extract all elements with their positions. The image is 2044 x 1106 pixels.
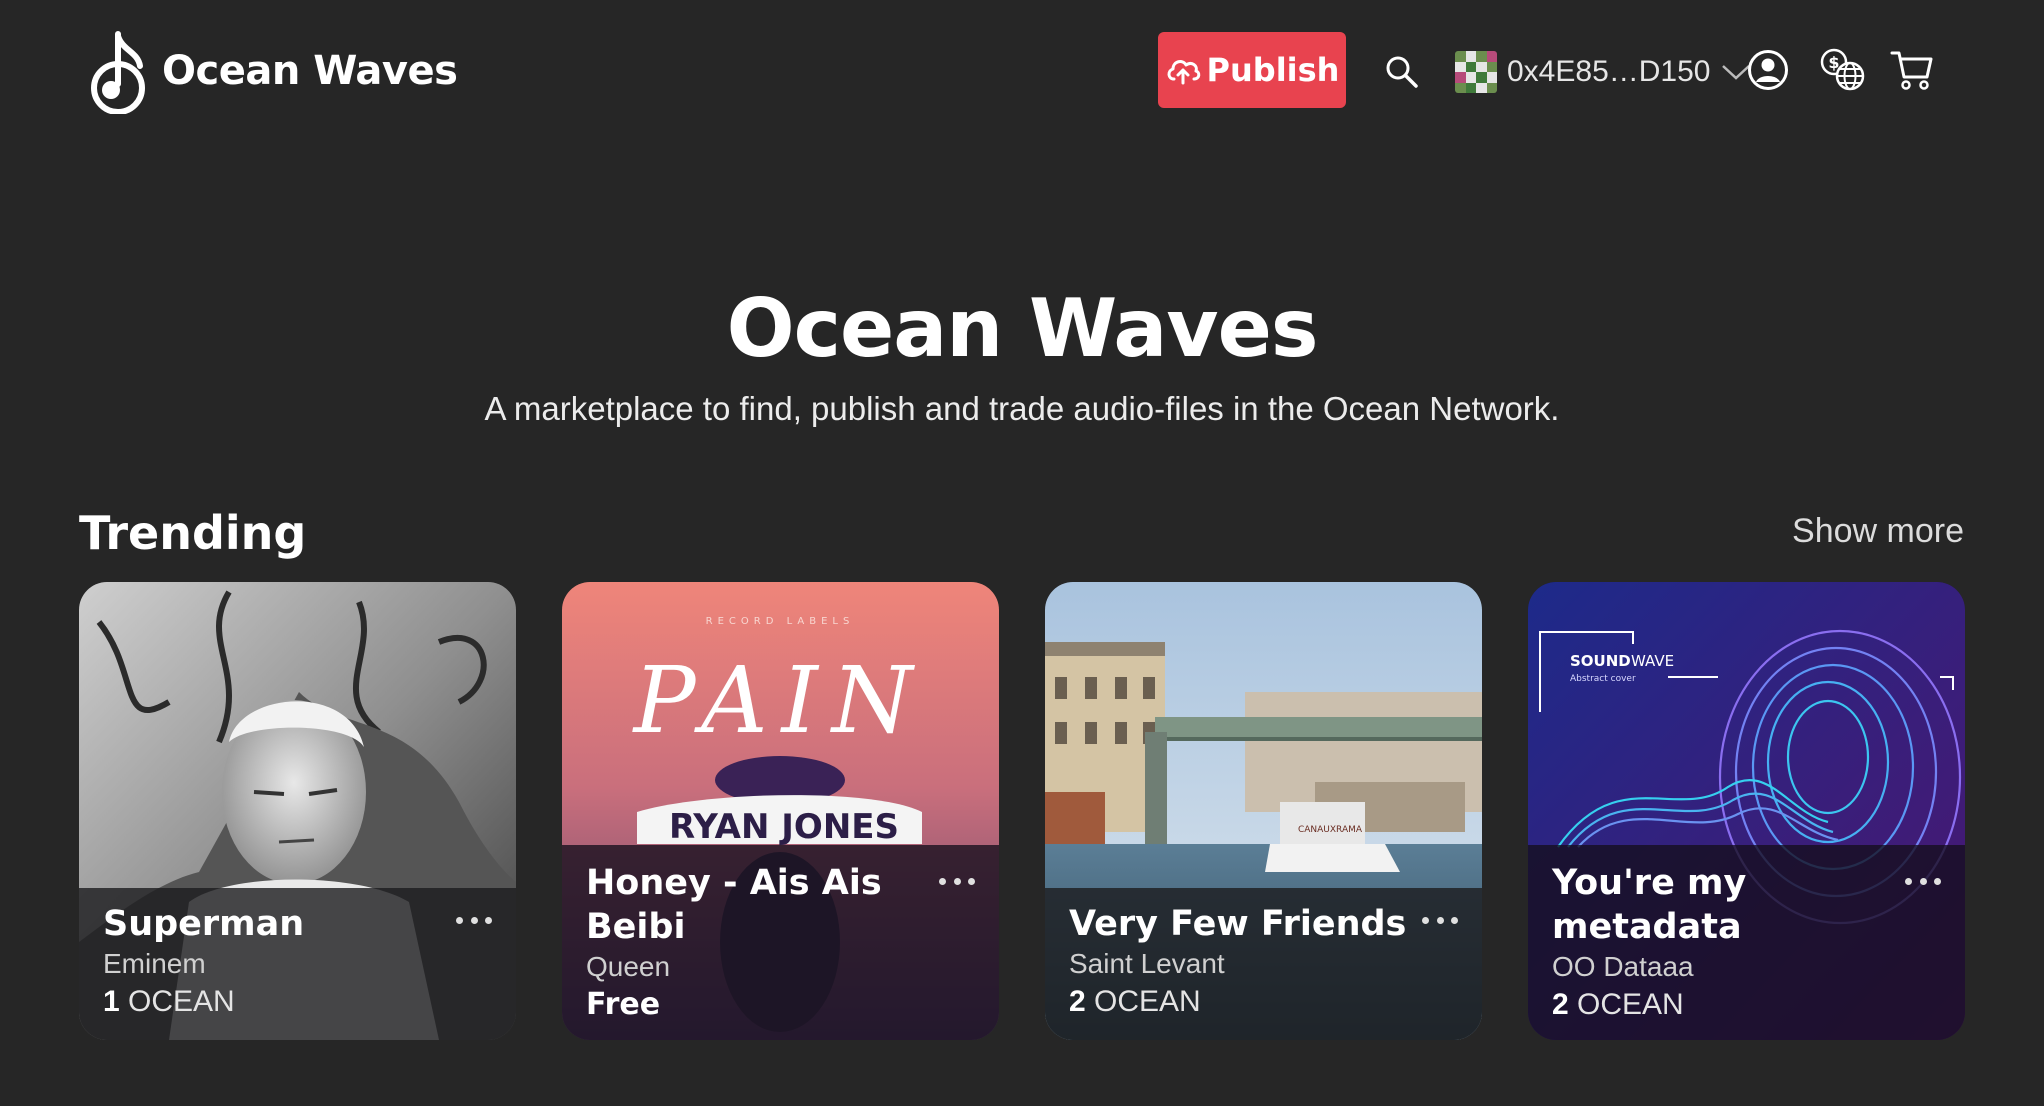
price-amount: 1 bbox=[103, 985, 120, 1018]
track-title: Honey - Ais Ais Beibi bbox=[586, 863, 882, 947]
track-artist: OO Dataaa bbox=[1552, 951, 1694, 982]
track-card[interactable]: RECORD LABELS PAIN RYAN JONES Honey - Ai… bbox=[562, 582, 999, 1040]
cover-wave-text: WAVE bbox=[1631, 652, 1674, 670]
profile-button[interactable] bbox=[1746, 48, 1790, 92]
wallet-address: 0x4E85…D150 bbox=[1507, 55, 1711, 88]
price-amount: 2 bbox=[1069, 985, 1086, 1018]
track-price: Free bbox=[586, 985, 975, 1025]
more-dot-icon bbox=[1905, 877, 1912, 885]
more-dot-icon bbox=[1436, 916, 1444, 924]
track-title: Superman bbox=[103, 904, 305, 944]
more-dot-icon bbox=[1422, 916, 1429, 924]
shopping-cart-icon bbox=[1890, 51, 1933, 90]
cart-button[interactable] bbox=[1890, 48, 1934, 92]
track-price: 1 OCEAN bbox=[103, 982, 492, 1022]
cover-label-text: RECORD LABELS bbox=[706, 616, 855, 627]
cover-title-text: PAIN bbox=[632, 647, 927, 754]
more-options-button[interactable] bbox=[1905, 871, 1941, 891]
more-dot-icon bbox=[456, 916, 463, 924]
track-price: 2 OCEAN bbox=[1552, 985, 1941, 1025]
track-info-panel: You're my metadata OO Dataaa 2 OCEAN bbox=[1528, 845, 1965, 1040]
brand-logo-link[interactable]: Ocean Waves bbox=[88, 28, 458, 114]
more-dot-icon bbox=[485, 916, 492, 924]
cloud-upload-icon bbox=[1167, 60, 1200, 85]
more-dot-icon bbox=[939, 877, 946, 885]
search-icon bbox=[1386, 56, 1418, 88]
hero-title: Ocean Waves bbox=[726, 282, 1319, 375]
track-title: You're my metadata bbox=[1552, 863, 1747, 947]
price-unit: OCEAN bbox=[1577, 988, 1684, 1021]
price-amount: 2 bbox=[1552, 988, 1569, 1021]
more-dot-icon bbox=[1919, 877, 1927, 885]
publish-label: Publish bbox=[1206, 51, 1340, 89]
more-options-button[interactable] bbox=[1422, 910, 1458, 930]
more-dot-icon bbox=[968, 877, 975, 885]
track-card[interactable]: SOUND WAVE Abstract cover You're my meta… bbox=[1528, 582, 1965, 1040]
more-dot-icon bbox=[1451, 916, 1458, 924]
price-unit: OCEAN bbox=[1094, 985, 1201, 1018]
track-card[interactable]: Superman Eminem 1 OCEAN bbox=[79, 582, 516, 1040]
price-unit: OCEAN bbox=[128, 985, 235, 1018]
track-info-panel: Honey - Ais Ais Beibi Queen Free bbox=[562, 845, 999, 1040]
trending-heading: Trending bbox=[79, 506, 307, 560]
more-dot-icon bbox=[953, 877, 961, 885]
wallet-account-dropdown[interactable]: 0x4E85…D150 bbox=[1455, 50, 1752, 94]
more-options-button[interactable] bbox=[939, 871, 975, 891]
cover-artist-text: RYAN JONES bbox=[669, 807, 899, 847]
track-info-panel: Very Few Friends Saint Levant 2 OCEAN bbox=[1045, 888, 1482, 1040]
track-price: 2 OCEAN bbox=[1069, 982, 1458, 1022]
price-free: Free bbox=[586, 987, 661, 1022]
track-info-panel: Superman Eminem 1 OCEAN bbox=[79, 888, 516, 1040]
top-navbar: Ocean Waves Publish 0x4E85…D150 $ bbox=[0, 0, 2044, 140]
track-artist: Eminem bbox=[103, 948, 206, 979]
more-dot-icon bbox=[470, 916, 478, 924]
music-note-logo-icon bbox=[91, 31, 145, 114]
cover-sound-text: SOUND bbox=[1570, 652, 1631, 670]
track-artist: Saint Levant bbox=[1069, 948, 1225, 979]
user-circle-icon bbox=[1748, 50, 1788, 90]
more-options-button[interactable] bbox=[456, 910, 492, 930]
search-button[interactable] bbox=[1382, 52, 1422, 92]
track-title: Very Few Friends bbox=[1069, 904, 1407, 944]
network-currency-button[interactable]: $ bbox=[1818, 46, 1868, 92]
publish-button[interactable]: Publish bbox=[1158, 32, 1346, 108]
globe-currency-icon: $ bbox=[1820, 48, 1865, 91]
cover-subtitle-text: Abstract cover bbox=[1570, 674, 1636, 684]
more-dot-icon bbox=[1934, 877, 1941, 885]
track-card[interactable]: CANAUXRAMA Very Few Friends Saint Levant… bbox=[1045, 582, 1482, 1040]
boat-sign-text: CANAUXRAMA bbox=[1298, 825, 1363, 835]
track-artist: Queen bbox=[586, 951, 671, 982]
trending-card-row: Superman Eminem 1 OCEAN RECORD LABELS PA… bbox=[79, 582, 1965, 1042]
hero-subtitle: A marketplace to find, publish and trade… bbox=[484, 390, 1560, 427]
wallet-identicon-avatar bbox=[1455, 51, 1497, 93]
brand-name: Ocean Waves bbox=[162, 48, 458, 94]
show-more-link[interactable]: Show more bbox=[1792, 512, 1964, 551]
